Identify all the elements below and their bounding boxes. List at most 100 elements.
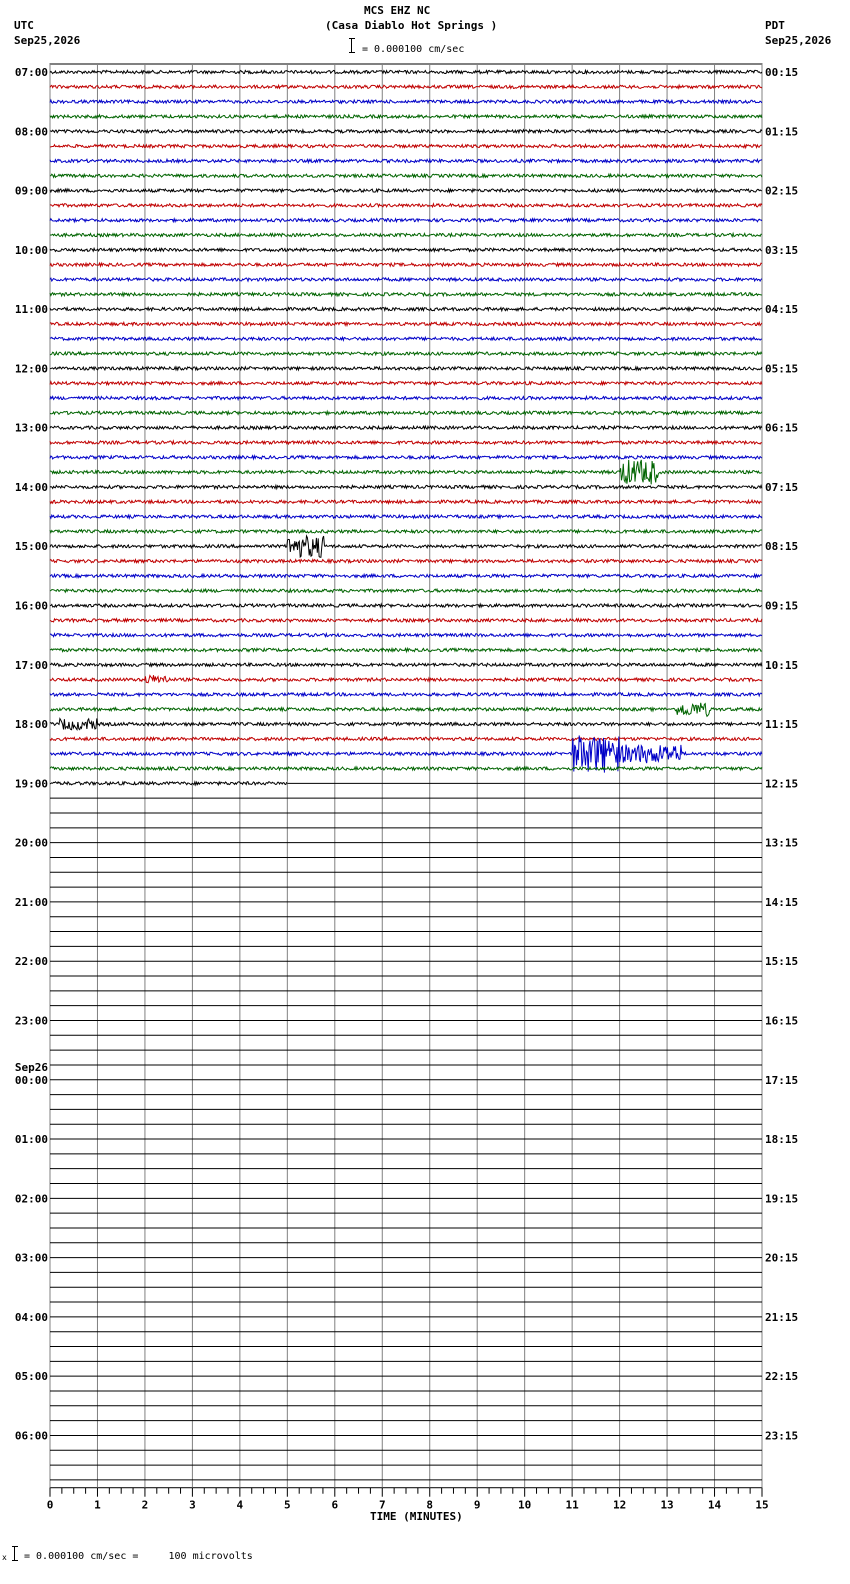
pdt-hour-label: 16:15 (765, 1014, 798, 1027)
x-tick-label: 14 (708, 1499, 722, 1512)
utc-hour-label: 17:00 (15, 659, 48, 672)
utc-hour-label: 22:00 (15, 955, 48, 968)
trace-row (49, 572, 763, 580)
trace-row (49, 631, 763, 639)
trace-row (49, 68, 763, 76)
trace-row (49, 113, 763, 120)
trace-row (49, 717, 763, 731)
trace-row (49, 765, 763, 772)
utc-hour-label: 08:00 (15, 125, 48, 138)
utc-hour-label: 00:00 (15, 1074, 48, 1087)
pdt-hour-label: 20:15 (765, 1252, 798, 1265)
utc-hour-label: 06:00 (15, 1429, 48, 1442)
utc-hour-label: 12:00 (15, 362, 48, 375)
x-tick-label: 1 (94, 1499, 101, 1512)
trace-row (49, 674, 763, 684)
pdt-hour-label: 04:15 (765, 303, 798, 316)
right-timezone: PDT (765, 19, 785, 32)
pdt-hour-label: 17:15 (765, 1074, 798, 1087)
trace-row (49, 498, 763, 506)
pdt-hour-label: 22:15 (765, 1370, 798, 1383)
trace-row (49, 454, 763, 461)
utc-hour-label: 03:00 (15, 1252, 48, 1265)
trace-row (49, 172, 763, 179)
trace-row (49, 187, 762, 194)
pdt-hour-label: 08:15 (765, 540, 798, 553)
pdt-hour-label: 10:15 (765, 659, 798, 672)
trace-row (49, 602, 763, 609)
trace-row (49, 335, 763, 342)
utc-hour-label: 07:00 (15, 66, 48, 79)
utc-hour-label: 01:00 (15, 1133, 48, 1146)
utc-hour-label: 14:00 (15, 481, 48, 494)
trace-row (49, 157, 763, 165)
x-tick-label: 6 (331, 1499, 338, 1512)
left-date: Sep25,2026 (14, 34, 81, 47)
pdt-hour-label: 11:15 (765, 718, 798, 731)
pdt-hour-label: 12:15 (765, 777, 798, 790)
trace-row (49, 276, 763, 283)
trace-row (49, 646, 763, 654)
plot-frame (49, 63, 763, 1489)
pdt-hour-label: 06:15 (765, 422, 798, 435)
utc-hour-label: 02:00 (15, 1192, 48, 1205)
trace-row (49, 261, 763, 268)
x-tick-label: 10 (518, 1499, 531, 1512)
trace-row (49, 379, 763, 387)
x-tick-label: 2 (142, 1499, 149, 1512)
trace-row (49, 305, 763, 313)
trace-row (49, 459, 763, 485)
trace-row (49, 439, 763, 446)
pdt-hour-label: 19:15 (765, 1192, 798, 1205)
trace-row (49, 98, 763, 105)
trace-row (49, 691, 763, 698)
trace-row (49, 424, 763, 431)
trace-row (49, 534, 762, 559)
utc-hour-label: 23:00 (15, 1014, 48, 1027)
pdt-hour-label: 03:15 (765, 244, 798, 257)
pdt-hour-label: 14:15 (765, 896, 798, 909)
x-tick-label: 4 (237, 1499, 244, 1512)
utc-hour-label: 04:00 (15, 1311, 48, 1324)
trace-row (49, 587, 763, 594)
trace-row (49, 291, 762, 298)
trace-row (49, 780, 288, 787)
utc-hour-label: 20:00 (15, 837, 48, 850)
station-title: MCS EHZ NC (364, 4, 431, 17)
utc-hour-label: 16:00 (15, 600, 48, 613)
x-tick-label: 5 (284, 1499, 291, 1512)
trace-row (49, 735, 763, 773)
x-tick-label: 12 (613, 1499, 626, 1512)
pdt-hour-label: 00:15 (765, 66, 798, 79)
pdt-hour-label: 13:15 (765, 837, 798, 850)
trace-row (49, 83, 763, 90)
utc-hour-label: 10:00 (15, 244, 48, 257)
trace-row (49, 246, 763, 254)
trace-row (49, 617, 763, 624)
footer-scale-note: = 0.000100 cm/sec = 100 microvolts (24, 1551, 253, 1562)
pdt-hour-label: 05:15 (765, 362, 798, 375)
x-axis-label: TIME (MINUTES) (370, 1510, 463, 1523)
scale-label: = 0.000100 cm/sec (362, 44, 465, 55)
trace-row (50, 702, 763, 718)
x-tick-label: 11 (566, 1499, 580, 1512)
x-tick-label: 13 (660, 1499, 673, 1512)
trace-row (49, 661, 763, 668)
trace-row (49, 202, 763, 209)
pdt-hour-label: 01:15 (765, 125, 798, 138)
footer-scale-icon (12, 1546, 18, 1561)
pdt-hour-label: 02:15 (765, 185, 798, 198)
right-date: Sep25,2026 (765, 34, 832, 47)
x-tick-label: 15 (755, 1499, 768, 1512)
utc-hour-label: 13:00 (15, 422, 48, 435)
utc-hour-label: 19:00 (15, 777, 48, 790)
x-tick-label: 9 (474, 1499, 481, 1512)
trace-row (49, 735, 763, 742)
trace-row (49, 483, 763, 491)
utc-hour-label: 15:00 (15, 540, 48, 553)
pdt-hour-label: 07:15 (765, 481, 798, 494)
trace-row (49, 409, 763, 417)
trace-row (49, 557, 763, 565)
trace-row (49, 528, 763, 535)
pdt-hour-label: 09:15 (765, 600, 798, 613)
